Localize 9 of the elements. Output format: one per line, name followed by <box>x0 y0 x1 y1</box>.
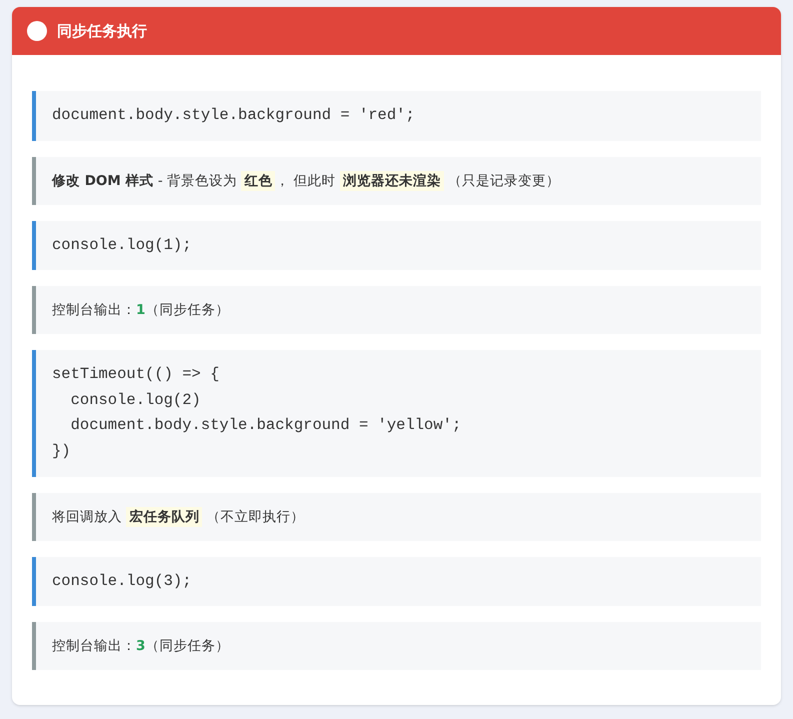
note-text: 修改 DOM 样式 - 背景色设为 红色 ， 但此时 浏览器还未渲染 （只是记录变更） <box>32 156 761 205</box>
code-block: console.log(1); <box>32 220 761 270</box>
code-block: document.body.style.background = 'red'; <box>32 91 761 141</box>
code-block: setTimeout(() => { console.log(2) document.body.style.background = 'yellow'; }) <box>32 350 761 477</box>
card-title: 同步任务执行 <box>57 20 147 42</box>
note-text: 将回调放入 宏任务队列 （不立即执行） <box>32 492 761 541</box>
note-text: 控制台输出：1（同步任务） <box>32 286 761 334</box>
note-text: 控制台输出：3（同步任务） <box>32 622 761 670</box>
code-block: console.log(3); <box>32 556 761 606</box>
